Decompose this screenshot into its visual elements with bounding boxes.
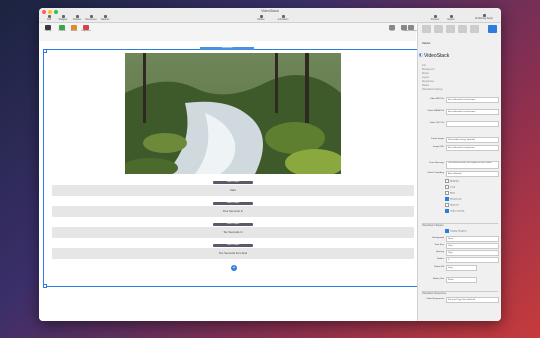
video-poster-image[interactable]: [125, 53, 341, 174]
chapter-item[interactable]: Video Chapter Ten Seconds from End: [52, 244, 414, 259]
mute-checkbox[interactable]: Mute: [445, 191, 455, 196]
videostack-selection[interactable]: VideoStack Video Chapter Start Video Cha…: [42, 47, 424, 288]
chapter-button[interactable]: Start: [52, 184, 414, 196]
toolbar-variants[interactable]: Variants: [97, 15, 113, 21]
chapter-item[interactable]: Video Chapter Start: [52, 181, 414, 196]
chapter-item[interactable]: Video Chapter Five Seconds In: [52, 202, 414, 217]
image-url-field[interactable]: files.videostack.com/poster...: [446, 145, 499, 151]
chapter-font-size-row: Font Size 12px: [422, 243, 499, 249]
section-videostack-settings[interactable]: VideoStack Settings: [422, 89, 443, 91]
video-webm-field[interactable]: files.videostack.com/stream...: [446, 109, 499, 115]
poster-image-select[interactable]: Placeholder Image (default): [446, 137, 499, 143]
resize-handle[interactable]: [42, 48, 47, 53]
chapter-background-select[interactable]: None: [446, 236, 499, 242]
chapter-item[interactable]: Video Chapter Ten Seconds In: [52, 223, 414, 238]
toolbar-preview[interactable]: Preview: [427, 15, 443, 21]
video-controls-checkbox[interactable]: Video Controls: [445, 209, 465, 214]
stream-photo: [125, 53, 341, 174]
section-responsive[interactable]: Responsive: [422, 81, 434, 83]
chapter-button[interactable]: Five Seconds In: [52, 205, 414, 217]
autoplay-checkbox[interactable]: Autoplay: [445, 179, 459, 184]
chapter-button[interactable]: Ten Seconds In: [52, 226, 414, 238]
toolbar-modes[interactable]: Modes: [253, 15, 269, 21]
stack-title: VideoStack: [424, 53, 450, 59]
chapter-radius-row: Radius 0: [422, 257, 499, 263]
checkbox-icon: [445, 179, 450, 184]
stack-toolbar: Library Default Smoke Keyframe View Lock…: [39, 23, 418, 42]
inspector-tab-assets[interactable]: [470, 25, 479, 33]
checkbox-icon: [445, 203, 450, 208]
chapter-button[interactable]: Ten Seconds from End: [52, 247, 414, 259]
video-preloading-row: Video Preloading Auto (Default): [422, 171, 499, 177]
video-webm-row: Video WEBM Url files.videostack.com/strea…: [422, 109, 499, 115]
checkbox-icon: [445, 191, 450, 196]
chapter-label: Video Chapter: [213, 202, 253, 205]
add-chapter-button[interactable]: +: [231, 265, 237, 271]
chapter-spacing-row: Spacing 10px: [422, 250, 499, 256]
display-chapters-checkbox[interactable]: Display Chapters: [445, 229, 467, 234]
video-responsive-select[interactable]: Set max Page Size (default): [446, 297, 499, 303]
responsive-section-header[interactable]: VideoStack Responsive: [422, 291, 498, 295]
stack-icon: ◧: [419, 52, 423, 57]
section-border[interactable]: Border: [422, 73, 429, 75]
toolbar-publishing[interactable]: Publishing Setup: [471, 14, 497, 20]
video-mp4-row: Video MP4 Url files.videostack.com/stream…: [422, 97, 499, 103]
section-info[interactable]: Info: [422, 65, 426, 67]
stacks-header: Stacks: [422, 41, 431, 45]
chapter-label: Video Chapter: [213, 244, 253, 247]
error-message-row: Error Message Your browser does not suppo…: [422, 161, 499, 169]
section-modes[interactable]: Modes: [422, 85, 429, 87]
inspector-sidebar: Stacks VideoStack ◧ Info Background Bord…: [417, 23, 501, 321]
poster-image-row: Poster Image Placeholder Image (default): [422, 137, 499, 143]
video-mp4-field[interactable]: files.videostack.com/stream...: [446, 97, 499, 103]
keyframe-button[interactable]: Keyframe: [79, 25, 93, 32]
chapter-font-size-field[interactable]: 12px: [446, 243, 499, 249]
inspector-tab-layout[interactable]: [434, 25, 443, 33]
video-ogv-row: Video OGV Url: [422, 121, 499, 127]
checkbox-icon: [445, 185, 450, 190]
inspector-tab-stacks[interactable]: [488, 25, 497, 33]
library-button[interactable]: Library: [41, 25, 55, 32]
section-background[interactable]: Background: [422, 69, 434, 71]
toolbar: Add Widgets Chapter Resources Variants M…: [39, 14, 501, 22]
section-layout[interactable]: Layout: [422, 77, 429, 79]
selection-label: VideoStack: [200, 47, 254, 50]
image-url-row: Image URL files.videostack.com/poster...: [422, 145, 499, 151]
button-fill-picker[interactable]: Gray: [446, 265, 477, 271]
chapter-label: Video Chapter: [213, 181, 253, 184]
chapters-section-header[interactable]: VideoStack Chapters: [422, 223, 498, 227]
responsive-checkbox[interactable]: Responsive: [445, 197, 462, 202]
checkbox-checked-icon: [445, 197, 450, 202]
toolbar-export[interactable]: Export: [443, 15, 459, 21]
performance-button[interactable]: Performance: [405, 25, 418, 32]
inspector-tab-style[interactable]: [446, 25, 455, 33]
resize-handle[interactable]: [42, 283, 47, 288]
chapter-spacing-field[interactable]: 10px: [446, 250, 499, 256]
page-canvas: VideoStack Video Chapter Start Video Cha…: [39, 41, 424, 321]
toolbar-animation[interactable]: Animation: [275, 15, 291, 21]
loop-checkbox[interactable]: Loop: [445, 185, 455, 190]
video-responsive-row: Video Responsive Set max Page Size (defau…: [422, 297, 499, 303]
button-text-row: Button Text White: [422, 277, 498, 283]
checkbox-checked-icon: [445, 229, 450, 234]
button-text-picker[interactable]: White: [446, 277, 477, 283]
window-title: VideoStack: [261, 9, 279, 13]
show-ui-checkbox[interactable]: Show UI: [445, 203, 458, 208]
title-bar: VideoStack Add Widgets Chapter Resources…: [39, 8, 501, 23]
button-fill-row: Button Fill Gray: [422, 265, 498, 271]
chapter-radius-field[interactable]: 0: [446, 257, 499, 263]
chapter-background-row: Background None: [422, 236, 499, 242]
chapter-label: Video Chapter: [213, 223, 253, 226]
app-window: VideoStack Add Widgets Chapter Resources…: [39, 8, 501, 321]
checkbox-checked-icon: [445, 209, 450, 214]
inspector-tab-code[interactable]: [458, 25, 467, 33]
inspector-tab-page[interactable]: [422, 25, 431, 33]
video-ogv-field[interactable]: [446, 121, 499, 127]
video-preloading-select[interactable]: Auto (Default): [446, 171, 499, 177]
error-message-field[interactable]: Your browser does not support HTML5 vide…: [446, 161, 499, 169]
